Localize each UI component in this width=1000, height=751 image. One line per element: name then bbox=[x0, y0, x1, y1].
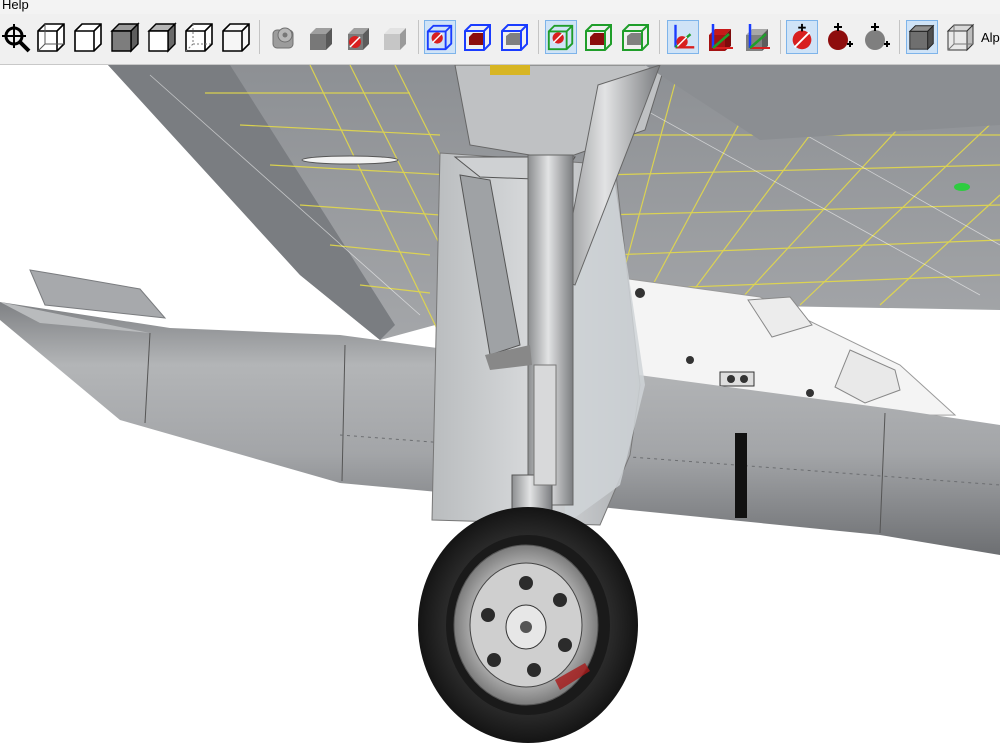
axes-gray-cube-icon[interactable] bbox=[742, 20, 774, 54]
main-wheel bbox=[418, 507, 638, 743]
crosshair-gray-sphere-icon[interactable] bbox=[860, 20, 892, 54]
toolbar-separator bbox=[659, 20, 660, 54]
toolbar-separator bbox=[780, 20, 781, 54]
shaded-cube-2-icon[interactable] bbox=[146, 20, 178, 54]
axes-red-cube-icon[interactable] bbox=[705, 20, 737, 54]
solid-cube-icon[interactable] bbox=[305, 20, 337, 54]
blue-box-gray-icon[interactable] bbox=[499, 20, 531, 54]
wireframe-cube-4-icon[interactable] bbox=[220, 20, 252, 54]
3d-viewport[interactable] bbox=[0, 65, 1000, 751]
wireframe-cube-3-icon[interactable] bbox=[183, 20, 215, 54]
wireframe-cube-2-icon[interactable] bbox=[72, 20, 104, 54]
zoom-extents-icon[interactable] bbox=[1, 20, 33, 54]
menu-bar: Help bbox=[0, 0, 1000, 14]
blue-box-red-icon[interactable] bbox=[462, 20, 494, 54]
wireframe-cube-icon[interactable] bbox=[35, 20, 67, 54]
red-marker-cube-icon[interactable] bbox=[342, 20, 374, 54]
crosshair-marker-icon[interactable] bbox=[786, 20, 818, 54]
gray-hub-icon[interactable] bbox=[268, 20, 300, 54]
green-box-gray-icon[interactable] bbox=[620, 20, 652, 54]
axes-marker-icon[interactable] bbox=[667, 20, 699, 54]
toolbar-separator bbox=[899, 20, 900, 54]
toolbar-separator bbox=[418, 20, 419, 54]
light-cube-icon[interactable] bbox=[379, 20, 411, 54]
green-box-marker-icon[interactable] bbox=[545, 20, 577, 54]
solid-render-icon[interactable] bbox=[906, 20, 938, 54]
crosshair-red-sphere-icon[interactable] bbox=[823, 20, 855, 54]
toolbar: Alp bbox=[0, 14, 1000, 65]
green-box-red-icon[interactable] bbox=[583, 20, 615, 54]
menu-help[interactable]: Help bbox=[2, 0, 29, 11]
shaded-cube-icon[interactable] bbox=[109, 20, 141, 54]
alpha-label: Alp bbox=[981, 30, 1000, 45]
toolbar-separator bbox=[538, 20, 539, 54]
model-render bbox=[0, 65, 1000, 743]
toolbar-separator bbox=[259, 20, 260, 54]
transparent-render-icon[interactable] bbox=[945, 20, 977, 54]
blue-box-marker-icon[interactable] bbox=[424, 20, 456, 54]
